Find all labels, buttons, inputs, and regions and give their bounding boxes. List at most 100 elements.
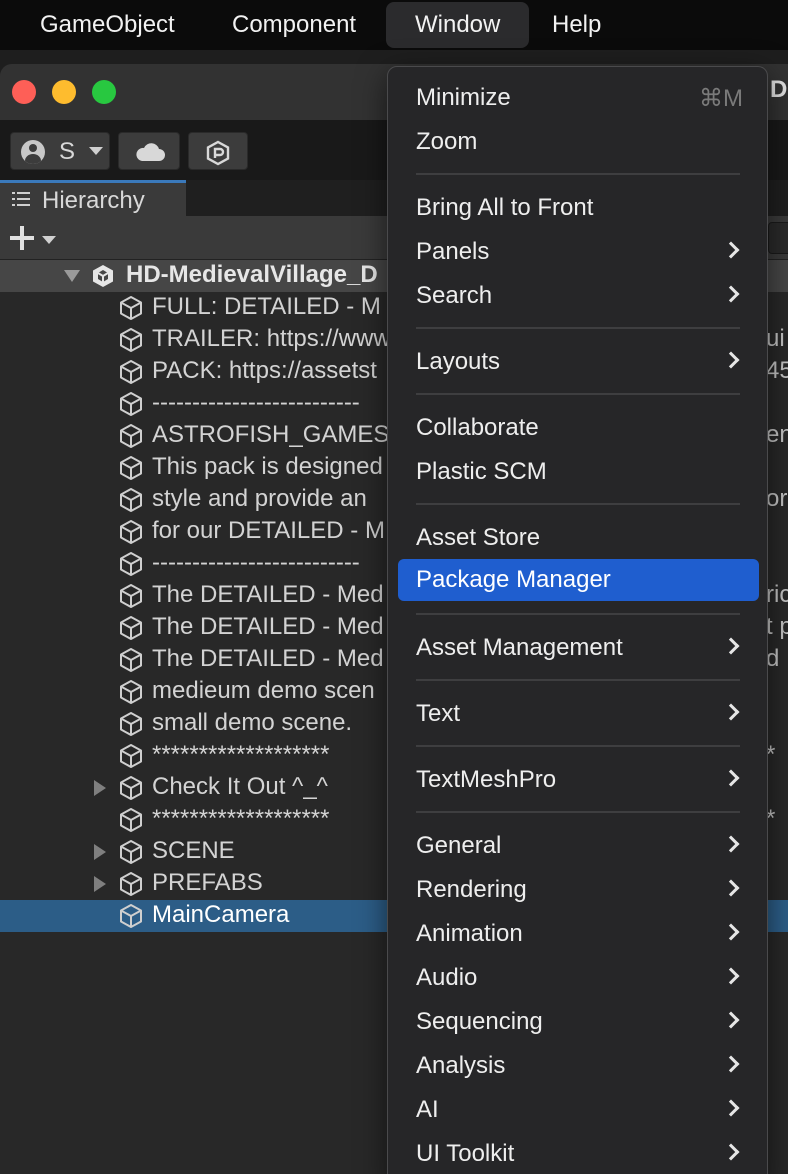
menu-item-label: Animation (416, 920, 523, 947)
menu-item-label: Minimize (416, 84, 511, 111)
account-dropdown[interactable]: S (10, 132, 110, 170)
menu-item-ai[interactable]: AI (398, 1089, 759, 1131)
tab-hierarchy-label: Hierarchy (42, 187, 145, 214)
menu-item-analysis[interactable]: Analysis (398, 1045, 759, 1087)
menu-item-label: General (416, 832, 502, 859)
expand-arrow-icon[interactable] (94, 780, 106, 796)
close-window-button[interactable] (12, 80, 36, 104)
plastic-scm-icon (206, 140, 230, 166)
background-text-fragment: d (766, 645, 780, 672)
gameobject-cube-icon (118, 583, 144, 614)
menu-item-panels[interactable]: Panels (398, 231, 759, 273)
menu-item-rendering[interactable]: Rendering (398, 869, 759, 911)
chevron-right-icon (722, 835, 740, 853)
menu-item-search[interactable]: Search (398, 275, 759, 317)
window-title: D (770, 76, 788, 103)
background-text-fragment: ui (766, 325, 785, 352)
gameobject-cube-icon (118, 775, 144, 806)
chevron-right-icon (722, 1011, 740, 1029)
minimize-window-button[interactable] (52, 80, 76, 104)
gameobject-cube-icon (118, 903, 144, 934)
menu-item-label: Bring All to Front (416, 194, 594, 221)
collab-button[interactable] (188, 132, 248, 170)
menu-item-package-manager[interactable]: Package Manager (398, 559, 759, 601)
gameobject-cube-icon (118, 455, 144, 486)
chevron-right-icon (722, 1143, 740, 1161)
menu-separator (416, 393, 740, 395)
background-text-fragment: or (766, 485, 788, 512)
fullscreen-window-button[interactable] (92, 80, 116, 104)
background-text-fragment: en (766, 421, 788, 448)
menu-item-label: Collaborate (416, 414, 539, 441)
menu-item-label: Layouts (416, 348, 501, 375)
menu-separator (416, 811, 740, 813)
tab-hierarchy[interactable]: Hierarchy (0, 180, 186, 216)
unity-scene-icon (93, 265, 113, 287)
menu-window[interactable]: Window (386, 2, 530, 48)
cloud-button[interactable] (118, 132, 180, 170)
hierarchy-row-label: The DETAILED - Med (152, 645, 384, 672)
menu-item-sequencing[interactable]: Sequencing (398, 1001, 759, 1043)
menu-help[interactable]: Help (552, 0, 601, 50)
menu-item-ui-toolkit[interactable]: UI Toolkit (398, 1133, 759, 1174)
gameobject-cube-icon (118, 423, 144, 454)
menu-item-animation[interactable]: Animation (398, 913, 759, 955)
menu-item-asset-management[interactable]: Asset Management (398, 627, 759, 669)
gameobject-cube-icon (118, 679, 144, 710)
window-dropdown-menu: Minimize ⌘M Zoom Bring All to Front Pane… (387, 66, 768, 1174)
menu-item-general[interactable]: General (398, 825, 759, 867)
chevron-down-icon[interactable] (42, 236, 56, 244)
chevron-down-icon (89, 147, 103, 155)
chevron-right-icon (722, 285, 740, 303)
menu-item-label: Text (416, 700, 461, 727)
chevron-right-icon (722, 703, 740, 721)
menu-item-minimize[interactable]: Minimize ⌘M (398, 77, 759, 119)
expand-arrow-icon[interactable] (94, 844, 106, 860)
gameobject-cube-icon (118, 551, 144, 582)
menu-item-asset-store[interactable]: Asset Store (398, 517, 759, 559)
expand-arrow-icon[interactable] (94, 876, 106, 892)
chevron-right-icon (722, 769, 740, 787)
menu-bar: GameObject Component Window Help (0, 0, 788, 50)
menu-item-plastic-scm[interactable]: Plastic SCM (398, 451, 759, 493)
hierarchy-row-label: SCENE (152, 837, 235, 864)
menu-gameobject[interactable]: GameObject (40, 0, 175, 50)
menu-item-collaborate[interactable]: Collaborate (398, 407, 759, 449)
chevron-right-icon (722, 637, 740, 655)
menu-item-audio[interactable]: Audio (398, 957, 759, 999)
chevron-right-icon (722, 1099, 740, 1117)
gameobject-cube-icon (118, 871, 144, 902)
hierarchy-row-label: style and provide an (152, 485, 367, 512)
menu-separator (416, 503, 740, 505)
list-icon (12, 191, 30, 207)
hierarchy-row-label: The DETAILED - Med (152, 581, 384, 608)
hierarchy-row-label: The DETAILED - Med (152, 613, 384, 640)
gameobject-cube-icon (118, 295, 144, 326)
menu-component[interactable]: Component (232, 0, 356, 50)
hierarchy-search-input[interactable] (768, 222, 788, 254)
hierarchy-row-label: ******************* (152, 805, 330, 832)
hierarchy-row-label: for our DETAILED - M (152, 517, 385, 544)
menu-item-layouts[interactable]: Layouts (398, 341, 759, 383)
menu-item-text[interactable]: Text (398, 693, 759, 735)
gameobject-cube-icon (118, 487, 144, 518)
menu-item-textmeshpro[interactable]: TextMeshPro (398, 759, 759, 801)
hierarchy-row-label: medieum demo scen (152, 677, 375, 704)
hierarchy-row-label: ASTROFISH_GAMES (152, 421, 390, 448)
menu-item-bring-all-to-front[interactable]: Bring All to Front (398, 187, 759, 229)
hierarchy-row-label: PACK: https://assetst (152, 357, 377, 384)
menu-separator (416, 173, 740, 175)
hierarchy-row-label: ******************* (152, 741, 330, 768)
menu-separator (416, 679, 740, 681)
hierarchy-row-label: -------------------------- (152, 389, 360, 416)
hierarchy-row-label: -------------------------- (152, 549, 360, 576)
menu-item-label: Sequencing (416, 1008, 543, 1035)
menu-item-zoom[interactable]: Zoom (398, 121, 759, 163)
menu-item-label: AI (416, 1096, 439, 1123)
menu-item-label: Package Manager (416, 566, 611, 593)
hierarchy-row-label: small demo scene. (152, 709, 353, 736)
expand-arrow-icon[interactable] (64, 270, 80, 282)
menu-separator (416, 745, 740, 747)
hierarchy-row-label: FULL: DETAILED - M (152, 293, 381, 320)
add-icon[interactable] (10, 226, 34, 250)
